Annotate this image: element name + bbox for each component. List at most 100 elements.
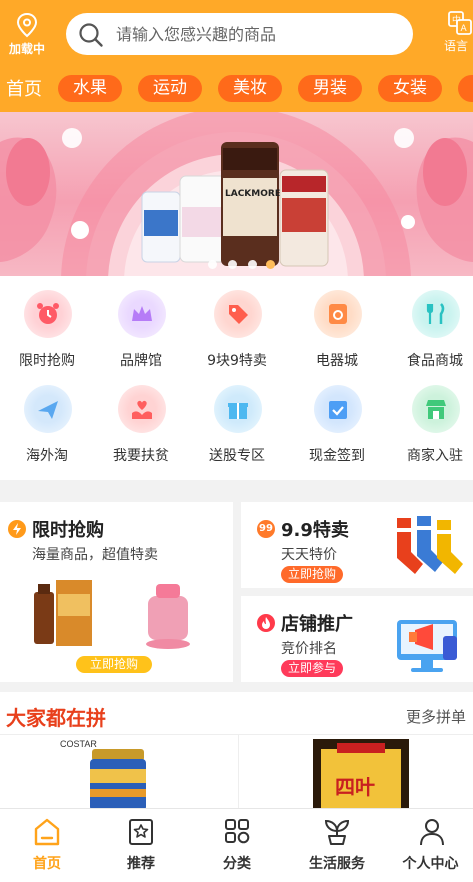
group-buy-item[interactable]: 四叶 [239,735,473,813]
nav-life-services[interactable]: 生活服务 [290,809,384,882]
fork-knife-icon [412,290,460,338]
banner-pagination [0,260,473,270]
star-book-icon [129,819,153,845]
flash-sale-title: 限时抢购 [32,520,104,541]
category-label: 品牌馆 [120,353,162,369]
shop-promo-button[interactable]: 立即参与 [281,660,343,677]
group-buy-item[interactable]: COSTAR [0,735,238,812]
price-tag-icon [214,290,262,338]
socks-illustration [397,516,463,574]
tab-womenswear[interactable]: 女装 [378,75,442,102]
category-grid: 限时抢购 品牌馆 9块9特卖 电器城 食品商城 海外淘 我要扶贫 送股专区 现金… [0,276,473,480]
tab-beauty[interactable]: 美妆 [218,75,282,102]
tab-fruit[interactable]: 水果 [58,75,122,102]
gift-icon [214,385,262,433]
shop-promo-card[interactable]: 店铺推广 竞价排名 立即参与 [241,596,473,682]
category-label: 9块9特卖 [207,353,267,369]
nav-label: 推荐 [127,856,155,872]
banner-illustration: LACKMORES [0,112,473,276]
category-label: 我要扶贫 [113,448,169,464]
banner-dot[interactable] [228,260,237,269]
category-nine-nine[interactable]: 9块9特卖 [190,278,284,372]
megaphone-illustration [397,620,457,672]
flash-sale-products [34,580,190,649]
storefront-icon [412,385,460,433]
calendar-check-icon [314,385,362,433]
tab-home[interactable]: 首页 [6,75,42,101]
shop-promo-title: 店铺推广 [281,614,353,635]
flash-sale-button[interactable]: 立即抢购 [76,656,152,673]
nav-label: 个人中心 [402,856,459,872]
nav-label: 分类 [223,856,251,872]
airplane-icon [24,385,72,433]
tab-menswear[interactable]: 男装 [298,75,362,102]
location-selector[interactable]: 加载中 [4,12,50,57]
category-label: 海外淘 [26,448,68,464]
group-buy-section: 大家都在拼 更多拼单 COSTAR 四叶 [0,692,473,815]
category-cash-checkin[interactable]: 现金签到 [290,373,384,467]
nine-nine-card[interactable]: 99 9.9特卖 天天特价 立即抢购 [241,502,473,588]
category-flash-sale[interactable]: 限时抢购 [0,278,94,372]
nav-label: 生活服务 [309,856,365,872]
nav-profile[interactable]: 个人中心 [388,809,473,882]
lightning-icon [8,520,26,538]
language-label: 语言 [444,39,469,53]
location-pin-icon [16,12,38,38]
nine-nine-button[interactable]: 立即抢购 [281,566,343,583]
tab-sports[interactable]: 运动 [138,75,202,102]
product-jar-image [90,749,146,811]
group-buy-title: 大家都在拼 [6,706,106,730]
category-overseas[interactable]: 海外淘 [0,373,94,467]
grid-icon [225,819,250,844]
category-stock-gift[interactable]: 送股专区 [190,373,284,467]
group-buy-item-brand: COSTAR [60,739,97,749]
category-merchant-join[interactable]: 商家入驻 [388,373,473,467]
search-icon [79,23,103,47]
nav-label: 首页 [33,856,61,872]
banner-product-label: LACKMORES [225,189,287,199]
home-icon [34,818,60,846]
nav-categories[interactable]: 分类 [190,809,284,882]
helping-hands-icon [118,385,166,433]
category-label: 现金签到 [309,448,365,464]
nav-home[interactable]: 首页 [0,809,94,882]
category-label: 商家入驻 [407,448,463,464]
banner-dot-active[interactable] [266,260,275,269]
category-brand-hall[interactable]: 品牌馆 [94,278,188,372]
category-label: 电器城 [316,353,358,369]
alarm-clock-icon [24,290,72,338]
category-poverty-aid[interactable]: 我要扶贫 [94,373,188,467]
nav-recommend[interactable]: 推荐 [94,809,188,882]
sprout-icon [324,819,350,845]
category-label: 送股专区 [209,448,265,464]
language-icon: 中 A [448,11,472,35]
category-label: 食品商城 [407,353,463,369]
promo-banner[interactable]: LACKMORES [0,112,473,276]
flash-sale-card[interactable]: 限时抢购 海量商品，超值特卖 立即抢购 [0,502,233,682]
category-tabs: 首页 水果 运动 美妆 男装 女装 [0,73,473,103]
category-food-mall[interactable]: 食品商城 [388,278,473,372]
nine-nine-subtitle: 天天特价 [281,547,337,563]
bottom-navigation: 首页 推荐 分类 生活服务 个人中心 [0,808,473,882]
category-appliances[interactable]: 电器城 [290,278,384,372]
flash-sale-subtitle: 海量商品，超值特卖 [32,547,158,563]
banner-dot[interactable] [248,260,257,269]
category-label: 限时抢购 [19,353,75,369]
app-page: 加载中 中 A 语言 首页 水果 运动 美妆 男装 女装 [0,0,473,882]
nine-nine-title: 9.9特卖 [281,520,349,541]
more-group-buy-link[interactable]: 更多拼单 [406,706,466,727]
flame-icon [257,614,275,632]
tab-more-partial[interactable] [458,75,473,102]
user-icon [420,819,444,846]
search-bar[interactable] [66,13,413,55]
location-label: 加载中 [8,42,45,56]
appliance-icon [314,290,362,338]
language-switch[interactable]: 中 A 语言 [440,10,473,54]
nine-nine-badge: 99 [257,520,275,538]
crown-icon [118,290,166,338]
header: 加载中 中 A 语言 首页 水果 运动 美妆 男装 女装 [0,0,473,112]
banner-dot[interactable] [208,260,217,269]
group-buy-item-text: 四叶 [335,775,375,799]
search-input[interactable] [116,19,401,49]
shop-promo-subtitle: 竞价排名 [281,641,337,657]
